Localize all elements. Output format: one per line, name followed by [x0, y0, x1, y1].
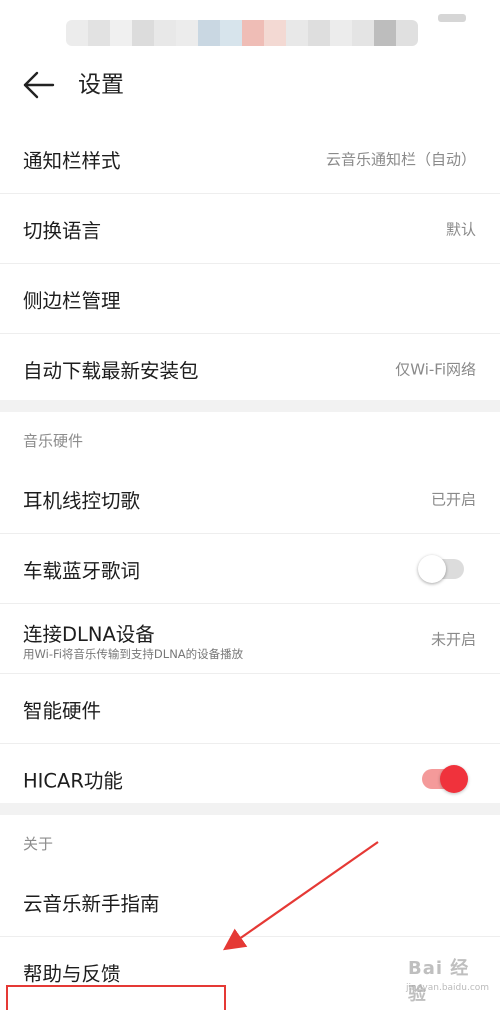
- row-label: 车载蓝牙歌词: [23, 559, 141, 582]
- section-divider: [0, 803, 500, 815]
- section-title-text: 音乐硬件: [23, 432, 84, 450]
- arrow-left-icon[interactable]: [22, 70, 56, 100]
- settings-row-sidebar-management[interactable]: 侧边栏管理: [0, 264, 500, 334]
- row-label: 切换语言: [23, 219, 102, 242]
- section-title-about: 关于: [0, 815, 500, 867]
- settings-row-dlna[interactable]: 连接DLNA设备 用Wi-Fi将音乐传输到支持DLNA的设备播放 未开启: [0, 604, 500, 674]
- general-settings-group: 通知栏样式 云音乐通知栏（自动） 切换语言 默认 侧边栏管理 自动下载最新安装包…: [0, 124, 500, 403]
- car-lyrics-toggle[interactable]: [418, 554, 464, 583]
- row-value: 云音乐通知栏（自动）: [325, 150, 476, 168]
- settings-row-notification-style[interactable]: 通知栏样式 云音乐通知栏（自动）: [0, 124, 500, 194]
- row-label: 耳机线控切歌: [23, 489, 141, 512]
- row-value: 仅Wi-Fi网络: [395, 360, 476, 378]
- music-hardware-group: 音乐硬件 耳机线控切歌 已开启 车载蓝牙歌词 连接DLNA设备 用Wi-Fi将音…: [0, 412, 500, 813]
- settings-row-language[interactable]: 切换语言 默认: [0, 194, 500, 264]
- row-value: 已开启: [430, 490, 476, 508]
- row-label: 云音乐新手指南: [23, 892, 160, 915]
- page-title: 设置: [78, 72, 124, 98]
- settings-row-beginner-guide[interactable]: 云音乐新手指南: [0, 867, 500, 937]
- annotation-highlight-box: [6, 985, 226, 1010]
- row-subtitle: 用Wi-Fi将音乐传输到支持DLNA的设备播放: [23, 647, 244, 661]
- section-divider: [0, 400, 500, 412]
- row-value: 默认: [445, 220, 476, 238]
- row-label: 通知栏样式: [23, 149, 121, 172]
- toggle-knob: [440, 764, 468, 793]
- row-label: HICAR功能: [23, 769, 123, 792]
- settings-row-headset-control[interactable]: 耳机线控切歌 已开启: [0, 464, 500, 534]
- row-label: 连接DLNA设备: [23, 623, 155, 646]
- section-title-music-hardware: 音乐硬件: [0, 412, 500, 464]
- settings-page: 设置 通知栏样式 云音乐通知栏（自动） 切换语言 默认 侧边栏管理 自动下载最新…: [0, 0, 500, 1010]
- about-group: 关于 云音乐新手指南 帮助与反馈: [0, 815, 500, 1006]
- settings-row-auto-download[interactable]: 自动下载最新安装包 仅Wi-Fi网络: [0, 334, 500, 403]
- status-indicator: [438, 14, 466, 22]
- status-bar: [0, 0, 500, 52]
- row-label: 自动下载最新安装包: [23, 359, 199, 382]
- hicar-toggle[interactable]: [422, 764, 468, 793]
- row-label: 帮助与反馈: [23, 962, 121, 985]
- row-value: 未开启: [430, 630, 476, 648]
- toggle-knob: [418, 554, 446, 583]
- row-label: 侧边栏管理: [23, 289, 121, 312]
- settings-row-smart-hardware[interactable]: 智能硬件: [0, 674, 500, 744]
- blurred-status-strip: [66, 20, 418, 46]
- row-label: 智能硬件: [23, 699, 102, 722]
- app-header: 设置: [0, 52, 500, 120]
- settings-row-car-bluetooth-lyrics: 车载蓝牙歌词: [0, 534, 500, 604]
- section-title-text: 关于: [23, 835, 54, 853]
